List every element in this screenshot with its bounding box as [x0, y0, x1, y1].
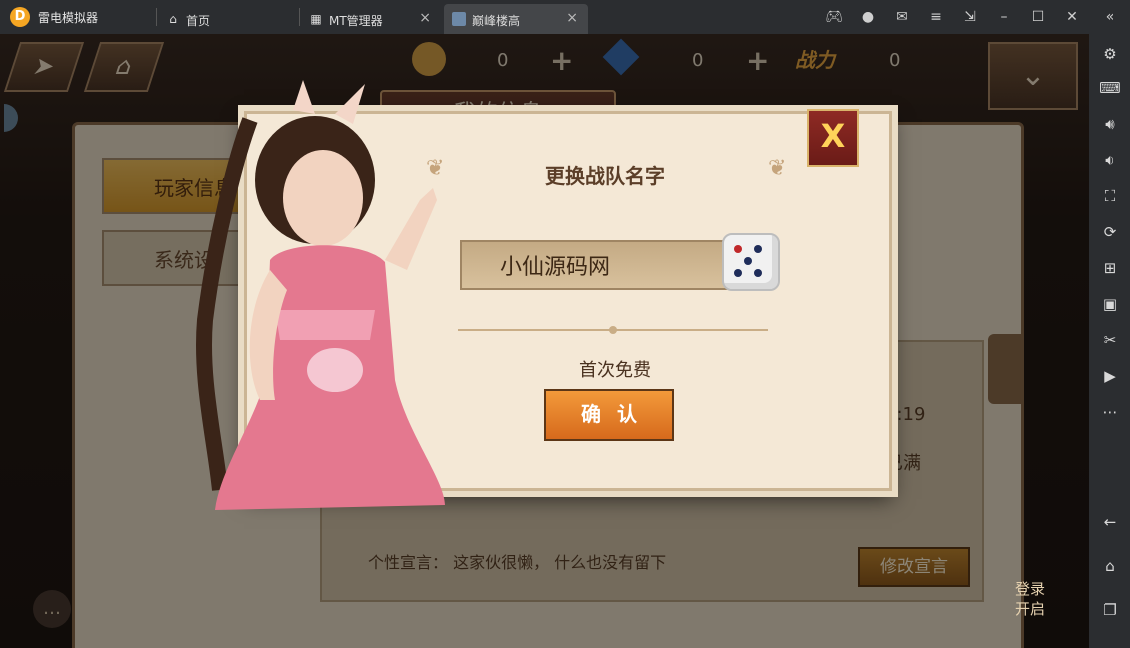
- login-text-line: 开启: [1015, 600, 1046, 618]
- user-avatar-icon[interactable]: ●: [856, 5, 880, 29]
- settings-gear-icon[interactable]: ⚙: [1097, 41, 1123, 67]
- tab-game[interactable]: 巅峰楼高 ×: [444, 4, 588, 34]
- confirm-button[interactable]: 确认: [544, 389, 674, 441]
- home-icon[interactable]: ⌂: [1097, 553, 1123, 579]
- maximize-icon[interactable]: ☐: [1026, 5, 1050, 29]
- dice-pip: [754, 269, 762, 277]
- volume-up-icon[interactable]: 🔊︎: [1097, 111, 1123, 137]
- install-apk-icon[interactable]: ▣: [1097, 291, 1123, 317]
- tab-separator: [299, 8, 300, 26]
- character-illustration: [195, 80, 445, 510]
- tab-mt-manager[interactable]: ▦ MT管理器 ×: [301, 4, 441, 34]
- screenshot-scissors-icon[interactable]: ✂: [1097, 327, 1123, 353]
- login-hint: 登录 开启: [1015, 579, 1045, 619]
- tab-separator: [156, 8, 157, 26]
- fullscreen-icon[interactable]: ⛶: [1097, 183, 1123, 209]
- menu-icon[interactable]: ≡: [924, 5, 948, 29]
- login-text-line: 登录: [1015, 580, 1046, 598]
- game-icon: [452, 12, 466, 26]
- dice-pip: [734, 269, 742, 277]
- window-titlebar: D 雷电模拟器 ⌂ 首页 ▦ MT管理器 × 巅峰楼高 × 🎮︎ ● ✉ ≡ ⇲…: [0, 0, 1130, 34]
- dice-pip: [754, 245, 762, 253]
- tab-home[interactable]: ⌂ 首页: [158, 4, 298, 34]
- app-title: 雷电模拟器: [38, 11, 99, 25]
- back-icon[interactable]: ←: [1097, 509, 1123, 535]
- mail-icon[interactable]: ✉: [890, 5, 914, 29]
- multi-instance-icon[interactable]: ⊞: [1097, 255, 1123, 281]
- record-video-icon[interactable]: ▶: [1097, 363, 1123, 389]
- title-ornament-right: ❦: [768, 156, 787, 181]
- tab-close-icon[interactable]: ×: [566, 10, 578, 26]
- volume-down-icon[interactable]: 🔉︎: [1097, 147, 1123, 173]
- home-icon: ⌂: [169, 12, 177, 26]
- mt-manager-icon: ▦: [310, 12, 322, 26]
- close-window-icon[interactable]: ✕: [1060, 5, 1084, 29]
- random-dice-icon[interactable]: [722, 233, 780, 291]
- recent-apps-icon[interactable]: ❐: [1097, 597, 1123, 623]
- shrink-window-icon[interactable]: ⇲: [958, 5, 982, 29]
- more-icon[interactable]: ⋯: [1097, 399, 1123, 425]
- close-dialog-icon[interactable]: X: [807, 109, 859, 167]
- keyboard-icon[interactable]: ⌨: [1097, 75, 1123, 101]
- free-first-time-text: 首次免费: [579, 360, 651, 381]
- ldplayer-logo-icon: D: [10, 7, 30, 27]
- collapse-sidebar-icon[interactable]: «: [1098, 5, 1122, 29]
- dice-pip: [734, 245, 742, 253]
- tab-close-icon[interactable]: ×: [419, 10, 431, 26]
- dialog-title: 更换战队名字: [545, 164, 665, 188]
- tab-label: MT管理器: [329, 14, 383, 28]
- tab-label: 首页: [186, 14, 211, 28]
- rotate-icon[interactable]: ⟳: [1097, 219, 1123, 245]
- dice-pip: [744, 257, 752, 265]
- minimize-icon[interactable]: –: [992, 5, 1016, 29]
- tab-label: 巅峰楼高: [472, 14, 521, 28]
- team-name-input[interactable]: [460, 240, 750, 290]
- ornamental-divider: [458, 326, 768, 334]
- gamepad-icon[interactable]: 🎮︎: [822, 5, 846, 29]
- emulator-sidebar: ⚙ ⌨ 🔊︎ 🔉︎ ⛶ ⟳ ⊞ ▣ ✂ ▶ ⋯ ← ⌂ ❐: [1089, 34, 1130, 648]
